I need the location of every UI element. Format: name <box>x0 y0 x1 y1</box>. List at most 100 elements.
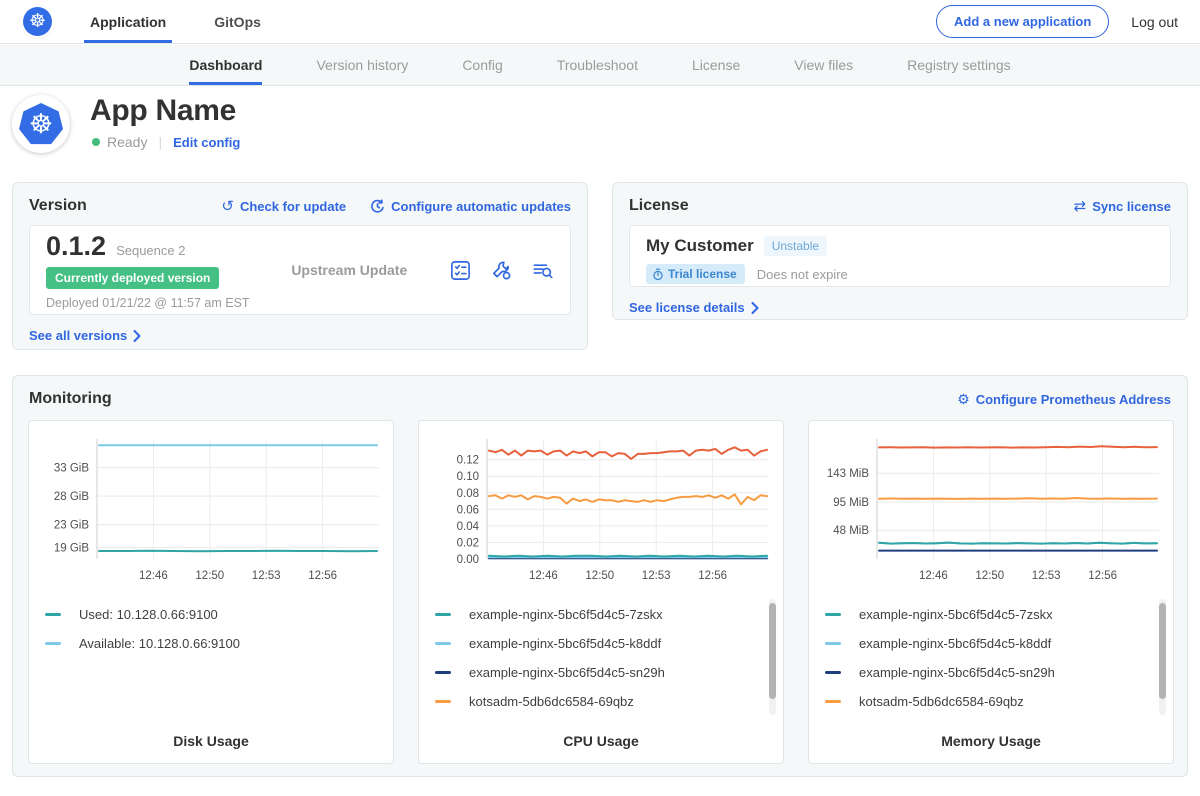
license-expiry: Does not expire <box>757 267 848 282</box>
legend-label: kotsadm-5db6dc6584-69qbz <box>469 694 634 709</box>
legend-dash-icon <box>435 700 451 703</box>
version-title: Version <box>29 197 87 215</box>
svg-text:143 MiB: 143 MiB <box>827 468 870 480</box>
status-text: Ready <box>107 134 147 150</box>
subnav-license[interactable]: License <box>692 45 740 85</box>
subnav-version-history[interactable]: Version history <box>316 45 408 85</box>
sync-license-link[interactable]: ⇄ Sync license <box>1074 199 1171 214</box>
see-all-versions-link[interactable]: See all versions <box>29 328 141 343</box>
disk-usage-card: 33 GiB28 GiB23 GiB19 GiB12:4612:5012:531… <box>28 420 394 764</box>
app-header: ☸ App Name Ready | Edit config <box>0 86 1200 182</box>
kubernetes-logo-icon: ☸ <box>23 7 52 36</box>
svg-text:12:46: 12:46 <box>529 570 558 582</box>
customer-name: My Customer <box>646 236 754 256</box>
svg-text:12:53: 12:53 <box>1032 570 1061 582</box>
deployed-timestamp: Deployed 01/21/22 @ 11:57 am EST <box>46 296 250 310</box>
disk-usage-chart[interactable]: 33 GiB28 GiB23 GiB19 GiB12:4612:5012:531… <box>37 431 385 589</box>
config-wrench-icon[interactable] <box>490 259 513 282</box>
current-version-card: 0.1.2 Sequence 2 Currently deployed vers… <box>29 225 571 315</box>
preflight-checks-icon[interactable] <box>449 259 472 282</box>
legend-item: example-nginx-5bc6f5d4c5-k8ddf <box>435 636 757 651</box>
app-sub-nav: Dashboard Version history Config Trouble… <box>0 45 1200 86</box>
legend-dash-icon <box>45 613 61 616</box>
legend-label: example-nginx-5bc6f5d4c5-7zskx <box>469 607 663 622</box>
version-number: 0.1.2 <box>46 231 106 262</box>
svg-text:12:53: 12:53 <box>642 570 671 582</box>
svg-text:12:56: 12:56 <box>1088 570 1117 582</box>
check-update-link[interactable]: ↺ Check for update <box>221 199 346 214</box>
top-right-actions: Add a new application Log out <box>936 5 1178 38</box>
disk-usage-legend: Used: 10.128.0.66:9100 Available: 10.128.… <box>45 607 367 665</box>
monitoring-title: Monitoring <box>29 390 112 408</box>
svg-text:28 GiB: 28 GiB <box>54 491 89 503</box>
svg-text:12:46: 12:46 <box>919 570 948 582</box>
tab-gitops[interactable]: GitOps <box>208 0 267 43</box>
scrollbar-thumb[interactable] <box>1159 603 1166 699</box>
subnav-registry-settings[interactable]: Registry settings <box>907 45 1010 85</box>
configure-auto-updates-link[interactable]: Configure automatic updates <box>370 199 571 214</box>
configure-prometheus-link[interactable]: ⚙ Configure Prometheus Address <box>957 392 1171 407</box>
svg-text:0.06: 0.06 <box>457 504 479 516</box>
chart-title: CPU Usage <box>419 733 783 749</box>
legend-dash-icon <box>825 700 841 703</box>
legend-label: Available: 10.128.0.66:9100 <box>79 636 240 651</box>
view-logs-icon[interactable] <box>531 259 554 282</box>
app-logo: ☸ <box>12 95 70 153</box>
status-dot-icon <box>92 138 100 146</box>
kubernetes-wheel-icon: ☸ <box>29 12 46 31</box>
legend-dash-icon <box>825 613 841 616</box>
version-panel: Version ↺ Check for update Configure aut… <box>12 182 588 350</box>
logout-link[interactable]: Log out <box>1131 14 1178 30</box>
svg-text:0.12: 0.12 <box>457 455 479 467</box>
version-source: Upstream Update <box>250 262 449 278</box>
svg-text:0.02: 0.02 <box>457 537 479 549</box>
cpu-usage-legend: example-nginx-5bc6f5d4c5-7zskx example-ng… <box>435 607 757 723</box>
clock-refresh-icon <box>370 199 385 214</box>
chevron-right-icon <box>751 302 759 314</box>
legend-dash-icon <box>435 671 451 674</box>
legend-label: Used: 10.128.0.66:9100 <box>79 607 218 622</box>
svg-text:12:56: 12:56 <box>698 570 727 582</box>
scrollbar-thumb[interactable] <box>769 603 776 699</box>
svg-text:19 GiB: 19 GiB <box>54 543 89 555</box>
svg-text:48 MiB: 48 MiB <box>833 525 869 537</box>
top-tabs: Application GitOps <box>84 0 303 43</box>
legend-dash-icon <box>435 613 451 616</box>
legend-item: Used: 10.128.0.66:9100 <box>45 607 367 622</box>
legend-scrollbar[interactable] <box>1159 599 1166 715</box>
edit-config-link[interactable]: Edit config <box>173 135 240 150</box>
add-application-button[interactable]: Add a new application <box>936 5 1109 38</box>
svg-text:0.04: 0.04 <box>457 521 480 533</box>
license-card: My Customer Unstable Trial license Does … <box>629 225 1171 287</box>
stopwatch-icon <box>652 268 664 281</box>
memory-usage-legend: example-nginx-5bc6f5d4c5-7zskxexample-ng… <box>825 607 1147 723</box>
subnav-troubleshoot[interactable]: Troubleshoot <box>557 45 638 85</box>
refresh-icon: ↺ <box>221 199 234 214</box>
top-nav-bar: ☸ Application GitOps Add a new applicati… <box>0 0 1200 44</box>
cpu-usage-chart[interactable]: 0.120.100.080.060.040.020.0012:4612:5012… <box>427 431 775 589</box>
memory-usage-card: 143 MiB95 MiB48 MiB12:4612:5012:5312:56 … <box>808 420 1174 764</box>
legend-dash-icon <box>825 671 841 674</box>
license-title: License <box>629 197 689 215</box>
legend-dash-icon <box>45 642 61 645</box>
legend-item: example-nginx-5bc6f5d4c5-7zskx <box>435 607 757 622</box>
see-license-details-link[interactable]: See license details <box>629 300 759 315</box>
memory-usage-chart[interactable]: 143 MiB95 MiB48 MiB12:4612:5012:5312:56 <box>817 431 1165 589</box>
subnav-view-files[interactable]: View files <box>794 45 853 85</box>
svg-text:0.08: 0.08 <box>457 488 479 500</box>
tab-application[interactable]: Application <box>84 0 172 43</box>
version-sequence: Sequence 2 <box>116 243 185 258</box>
legend-scrollbar[interactable] <box>769 599 776 715</box>
license-type-badge: Trial license <box>646 264 745 284</box>
legend-item: example-nginx-5bc6f5d4c5-sn29h <box>435 665 757 680</box>
svg-text:12:56: 12:56 <box>308 570 337 582</box>
chart-title: Memory Usage <box>809 733 1173 749</box>
gear-icon: ⚙ <box>957 392 970 406</box>
svg-text:12:46: 12:46 <box>139 570 168 582</box>
legend-label: example-nginx-5bc6f5d4c5-sn29h <box>469 665 665 680</box>
legend-label: example-nginx-5bc6f5d4c5-k8ddf <box>859 636 1051 651</box>
svg-text:33 GiB: 33 GiB <box>54 463 89 475</box>
sync-icon: ⇄ <box>1074 199 1087 214</box>
subnav-dashboard[interactable]: Dashboard <box>189 45 262 85</box>
subnav-config[interactable]: Config <box>462 45 502 85</box>
